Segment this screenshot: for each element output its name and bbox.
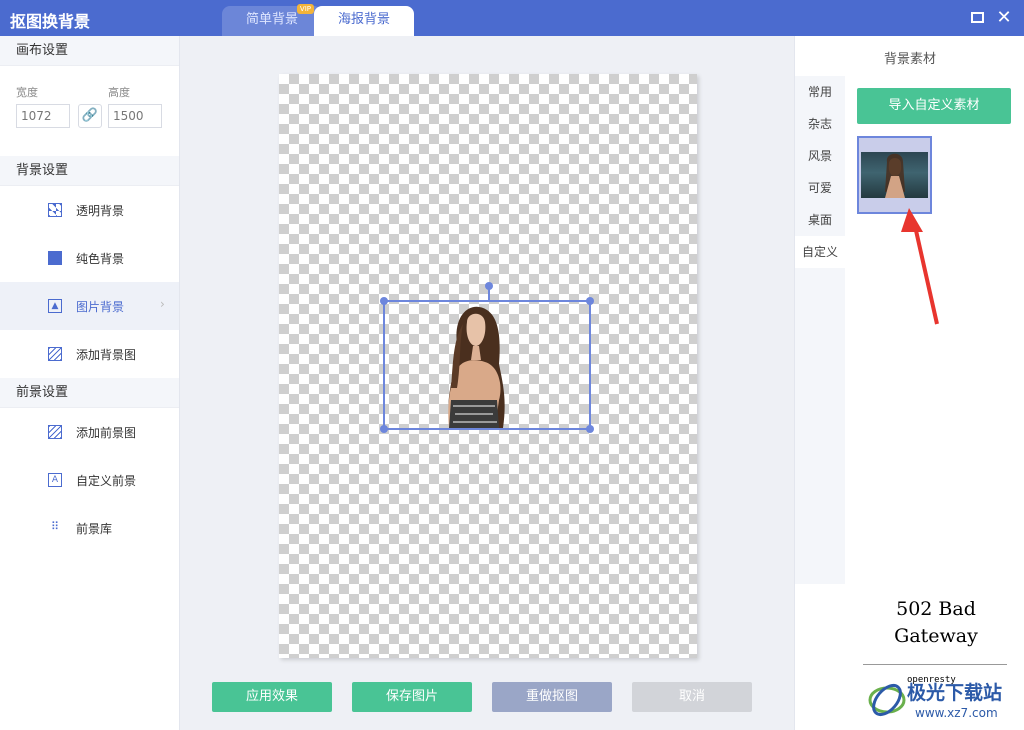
watermark: 极光下载站 www.xz7.com xyxy=(867,676,1017,726)
link-icon[interactable]: 🔗 xyxy=(78,104,102,128)
rotate-handle[interactable] xyxy=(485,282,493,290)
resize-handle-tr[interactable] xyxy=(586,297,594,305)
import-custom-material-button[interactable]: 导入自定义素材 xyxy=(857,88,1011,124)
right-panel: 背景素材 常用 杂志 风景 可爱 桌面 自定义 导入自定义素材 502 Bad … xyxy=(794,36,1024,730)
menu-add-background-image[interactable]: 添加背景图 xyxy=(0,330,179,378)
apply-button[interactable]: 应用效果 xyxy=(212,682,332,712)
rotate-line xyxy=(488,288,490,302)
tab-poster-background[interactable]: 海报背景 xyxy=(314,6,414,36)
vip-badge: VIP xyxy=(296,4,314,14)
tab-label: 简单背景 xyxy=(245,12,298,27)
menu-label: 前景库 xyxy=(76,522,113,536)
thumbnail-image xyxy=(861,152,928,198)
library-icon: ⠿ xyxy=(50,520,60,533)
watermark-name: 极光下载站 xyxy=(907,682,1003,704)
save-button[interactable]: 保存图片 xyxy=(352,682,472,712)
watermark-logo-icon xyxy=(868,683,906,717)
image-icon: ▲ xyxy=(48,299,62,313)
app-title: 抠图换背景 xyxy=(10,12,91,31)
resize-handle-bl[interactable] xyxy=(380,425,388,433)
watermark-url: www.xz7.com xyxy=(915,706,998,720)
category-magazine[interactable]: 杂志 xyxy=(795,108,845,140)
maximize-icon[interactable] xyxy=(971,10,987,26)
menu-label: 添加前景图 xyxy=(76,426,137,440)
menu-transparent-background[interactable]: 透明背景 xyxy=(0,186,179,234)
title-bar: 抠图换背景 简单背景 VIP 海报背景 ✕ xyxy=(0,0,1024,36)
error-divider xyxy=(863,664,1007,665)
left-panel: 画布设置 宽度 1072 🔗 高度 1500 背景设置 透明背景 纯色背景 ▲ … xyxy=(0,36,180,730)
add-foreground-icon xyxy=(48,425,62,439)
edit-canvas[interactable] xyxy=(279,74,697,658)
menu-label: 图片背景 xyxy=(76,300,125,314)
canvas-settings: 宽度 1072 🔗 高度 1500 xyxy=(0,66,179,156)
transparent-icon xyxy=(48,203,62,217)
error-message: 502 Bad Gateway xyxy=(863,596,1009,650)
resize-handle-tl[interactable] xyxy=(380,297,388,305)
cutout-person-image xyxy=(448,306,505,428)
error-line-2: Gateway xyxy=(894,625,978,647)
chevron-right-icon: › xyxy=(160,297,165,311)
cancel-button[interactable]: 取消 xyxy=(632,682,752,712)
selection-box[interactable] xyxy=(380,282,594,433)
category-list: 常用 杂志 风景 可爱 桌面 自定义 xyxy=(795,76,845,584)
work-area: 应用效果 保存图片 重做抠图 取消 xyxy=(181,36,794,730)
width-input[interactable]: 1072 xyxy=(16,104,70,128)
tab-simple-background[interactable]: 简单背景 VIP xyxy=(222,4,322,36)
menu-label: 纯色背景 xyxy=(76,252,125,266)
menu-add-foreground[interactable]: 添加前景图 xyxy=(0,408,179,456)
menu-label: 透明背景 xyxy=(76,204,125,218)
menu-custom-foreground[interactable]: A 自定义前景 xyxy=(0,456,179,504)
text-a-icon: A xyxy=(48,473,62,487)
category-scenery[interactable]: 风景 xyxy=(795,140,845,172)
height-label: 高度 xyxy=(108,86,130,99)
error-line-1: 502 Bad xyxy=(896,598,976,620)
menu-label: 自定义前景 xyxy=(76,474,137,488)
background-materials-title: 背景素材 xyxy=(883,52,936,67)
foreground-settings-header: 前景设置 xyxy=(0,378,179,408)
canvas-settings-header: 画布设置 xyxy=(0,36,179,66)
tab-label: 海报背景 xyxy=(337,12,390,27)
menu-foreground-library[interactable]: ⠿ 前景库 xyxy=(0,504,179,552)
solid-color-icon xyxy=(48,251,62,265)
category-desktop[interactable]: 桌面 xyxy=(795,204,845,236)
category-custom[interactable]: 自定义 xyxy=(795,236,845,268)
width-label: 宽度 xyxy=(16,86,38,99)
hatch-icon xyxy=(48,347,62,361)
height-input[interactable]: 1500 xyxy=(108,104,162,128)
background-settings-header: 背景设置 xyxy=(0,156,179,186)
category-cute[interactable]: 可爱 xyxy=(795,172,845,204)
menu-image-background[interactable]: ▲ 图片背景 › xyxy=(0,282,179,330)
redo-cutout-button[interactable]: 重做抠图 xyxy=(492,682,612,712)
category-common[interactable]: 常用 xyxy=(795,76,845,108)
menu-solid-background[interactable]: 纯色背景 xyxy=(0,234,179,282)
menu-label: 添加背景图 xyxy=(76,348,137,362)
resize-handle-br[interactable] xyxy=(586,425,594,433)
close-icon[interactable]: ✕ xyxy=(996,9,1012,27)
material-thumbnail[interactable] xyxy=(857,136,932,214)
red-arrow-annotation xyxy=(901,208,939,325)
